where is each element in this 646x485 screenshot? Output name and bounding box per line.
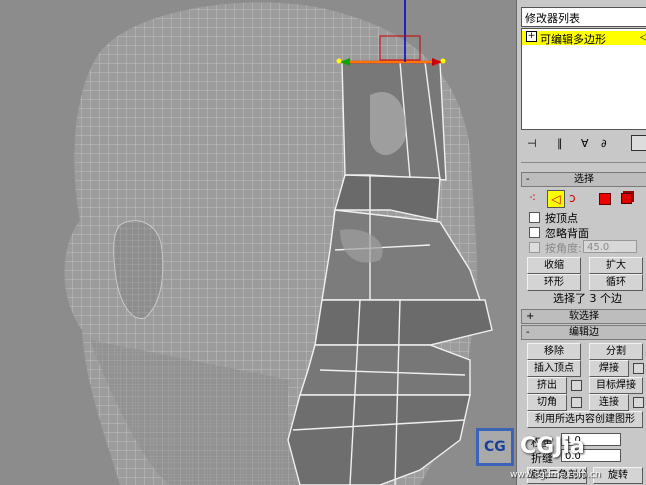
ignore-backfacing-checkbox[interactable] bbox=[529, 227, 540, 238]
target-weld-button[interactable]: 目标焊接 bbox=[589, 377, 643, 394]
rollout-soft-selection-header[interactable]: + 软选择 bbox=[521, 309, 646, 324]
ignore-backfacing-label: 忽略背面 bbox=[545, 227, 589, 240]
rollout-selection-title: 选择 bbox=[574, 174, 594, 185]
insert-vertex-button[interactable]: 插入顶点 bbox=[527, 360, 581, 377]
pin-stack-icon[interactable]: ⊣ bbox=[527, 137, 543, 153]
divider bbox=[521, 162, 646, 163]
shrink-button[interactable]: 收缩 bbox=[527, 257, 581, 274]
polygon-mode-icon[interactable] bbox=[599, 193, 611, 205]
edge-mode-icon[interactable]: ◁ bbox=[547, 190, 565, 208]
connect-settings-button[interactable] bbox=[633, 397, 644, 408]
split-button[interactable]: 分割 bbox=[589, 343, 643, 360]
chamfer-settings-button[interactable] bbox=[571, 397, 582, 408]
ring-button[interactable]: 环形 bbox=[527, 274, 581, 291]
command-panel: 修改器列表 + 可编辑多边形 ◁ ⊣ ∥ ∀ ∂ - 选择 ⁖ ◁ ↄ 按顶点 … bbox=[516, 0, 646, 485]
make-unique-icon[interactable]: ∀ bbox=[581, 137, 597, 153]
rollout-selection-sign: - bbox=[526, 174, 530, 185]
rollout-selection-header[interactable]: - 选择 bbox=[521, 172, 646, 187]
element-mode-icon[interactable] bbox=[621, 193, 632, 204]
extrude-settings-button[interactable] bbox=[571, 380, 582, 391]
rollout-edit-edges-title: 编辑边 bbox=[569, 327, 599, 338]
stack-item-label: 可编辑多边形 bbox=[540, 33, 606, 46]
modifier-list-dropdown[interactable]: 修改器列表 bbox=[521, 7, 646, 27]
vertex-mode-icon[interactable]: ⁖ bbox=[529, 191, 536, 205]
remove-button[interactable]: 移除 bbox=[527, 343, 581, 360]
modifier-stack[interactable]: + 可编辑多边形 ◁ bbox=[521, 28, 646, 130]
by-angle-checkbox[interactable] bbox=[529, 242, 540, 253]
by-vertex-label: 按顶点 bbox=[545, 212, 578, 225]
by-vertex-checkbox[interactable] bbox=[529, 212, 540, 223]
lock-icon: ◁ bbox=[640, 32, 646, 43]
viewport[interactable] bbox=[0, 0, 516, 485]
grow-button[interactable]: 扩大 bbox=[589, 257, 643, 274]
extrude-button[interactable]: 挤出 bbox=[527, 377, 567, 394]
watermark-url: www.cgtime.com.cn bbox=[510, 470, 601, 480]
stack-item-editable-poly[interactable]: + 可编辑多边形 ◁ bbox=[522, 31, 646, 46]
stack-expand-toggle[interactable]: + bbox=[526, 31, 537, 42]
loop-button[interactable]: 循环 bbox=[589, 274, 643, 291]
head-model-render bbox=[64, 0, 493, 485]
stack-toolbar: ⊣ ∥ ∀ ∂ bbox=[521, 135, 646, 155]
rollout-edit-edges-sign: - bbox=[526, 327, 530, 338]
by-angle-label: 按角度: bbox=[545, 242, 582, 255]
modifier-list-label: 修改器列表 bbox=[525, 12, 580, 25]
rollout-edit-edges-header[interactable]: - 编辑边 bbox=[521, 325, 646, 340]
show-end-result-icon[interactable]: ∥ bbox=[557, 137, 573, 153]
chamfer-button[interactable]: 切角 bbox=[527, 394, 567, 411]
weld-settings-button[interactable] bbox=[633, 363, 644, 374]
configure-sets-icon[interactable] bbox=[631, 135, 646, 151]
watermark-brand: CGJia bbox=[520, 434, 585, 459]
watermark-logo: CG bbox=[476, 428, 514, 466]
weld-button[interactable]: 焊接 bbox=[589, 360, 629, 377]
watermark-logo-text: CG bbox=[484, 439, 506, 455]
angle-spinner[interactable]: 45.0 bbox=[583, 240, 637, 253]
rollout-soft-selection-sign: + bbox=[526, 311, 535, 322]
watermark: CG CGJia www.cgtime.com.cn bbox=[474, 426, 646, 484]
subobject-icons: ⁖ ◁ ↄ bbox=[525, 190, 645, 208]
selection-status: 选择了 3 个边 bbox=[553, 292, 622, 305]
connect-button[interactable]: 连接 bbox=[589, 394, 629, 411]
rollout-soft-selection-title: 软选择 bbox=[569, 311, 599, 322]
border-mode-icon[interactable]: ↄ bbox=[569, 191, 576, 205]
remove-modifier-icon[interactable]: ∂ bbox=[601, 137, 617, 153]
